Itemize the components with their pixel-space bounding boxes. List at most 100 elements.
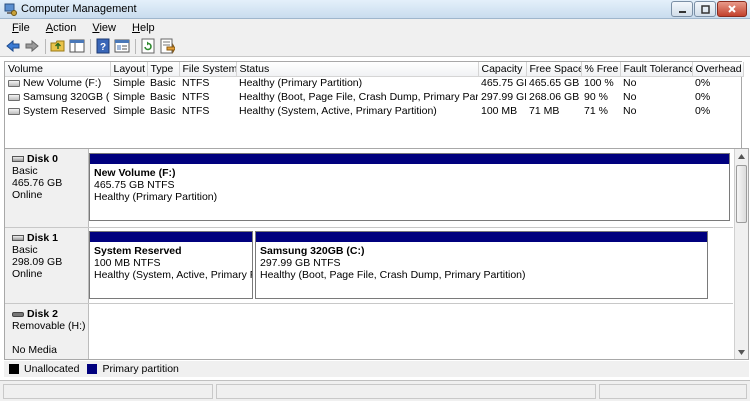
primary-partition-bar [90,232,252,242]
menu-action[interactable]: Action [38,22,85,34]
show-hide-console-tree-icon[interactable] [69,38,85,54]
status-bar [0,380,750,401]
overhead-cell: 0% [695,91,711,103]
minimize-button[interactable] [671,1,693,17]
primary-partition-bar [90,154,729,164]
column-header-capacity[interactable]: Capacity [478,62,527,77]
back-arrow-icon[interactable] [5,38,21,54]
column-header-file-system[interactable]: File System [179,62,237,77]
refresh-icon[interactable] [140,38,156,54]
capacity-cell: 465.75 GB [481,77,526,90]
legend-label: Unallocated [24,363,80,375]
menu-help[interactable]: Help [124,22,163,34]
partition-status: Healthy (Boot, Page File, Crash Dump, Pr… [260,269,526,281]
fault-tolerance-cell: No [623,91,637,103]
disk-label[interactable]: Disk 2 Removable (H:) No Media [5,304,89,359]
disk-state: No Media [12,344,57,356]
volume-name: New Volume (F:) [23,77,102,90]
primary-partition-bar [256,232,707,242]
scroll-up-arrow-icon[interactable] [735,149,748,163]
table-row[interactable]: New Volume (F:) Simple Basic NTFS Health… [5,76,743,90]
legend-item: Unallocated [9,363,79,375]
column-header-layout[interactable]: Layout [110,62,148,77]
capacity-cell: 297.99 GB [481,91,526,103]
file-system-cell: NTFS [182,91,210,103]
toolbar-separator [135,38,136,54]
menu-view[interactable]: View [84,22,124,34]
overhead-cell: 0% [695,77,711,90]
disk-label[interactable]: Disk 0 Basic 465.76 GB Online [5,149,89,227]
title-bar: Computer Management [0,0,750,19]
disk-type: Basic [12,244,38,256]
disk-graphical-view[interactable]: Disk 0 Basic 465.76 GB Online New Volume… [4,148,749,360]
column-header-overhead[interactable]: Overhead [692,62,744,77]
table-row[interactable]: Samsung 320GB (C:) Simple Basic NTFS Hea… [5,90,743,104]
layout-cell: Simple [113,91,146,103]
disk-label[interactable]: Disk 1 Basic 298.09 GB Online [5,228,89,303]
computer-management-icon [4,3,17,16]
free-space-cell: 71 MB [529,105,560,117]
up-folder-icon[interactable] [50,38,66,54]
partition-block[interactable]: New Volume (F:) 465.75 GB NTFS Healthy (… [89,153,730,221]
volume-cell: New Volume (F:) [5,76,110,90]
column-header-volume[interactable]: Volume [5,62,111,77]
drive-icon [8,107,20,115]
column-header-fault-tolerance[interactable]: Fault Tolerance [620,62,693,77]
menu-file[interactable]: File [4,22,38,34]
window-title: Computer Management [21,3,137,15]
forward-arrow-icon[interactable] [24,38,40,54]
file-system-cell: NTFS [182,105,210,117]
disk-icon [12,235,24,241]
legend: Unallocated Primary partition [4,361,749,377]
toolbar: ? [0,36,750,57]
status-cell: Healthy (Primary Partition) [239,77,363,90]
removable-disk-icon [12,311,24,317]
percent-free-cell: 71 % [584,105,608,117]
status-cell: Healthy (System, Active, Primary Partiti… [239,105,437,117]
volume-name: Samsung 320GB (C:) [23,91,110,103]
disk-name: Disk 0 [27,153,58,165]
column-header-type[interactable]: Type [147,62,180,77]
partition-block[interactable]: System Reserved 100 MB NTFS Healthy (Sys… [89,231,253,299]
fault-tolerance-cell: No [623,77,637,90]
partition-status: Healthy (System, Active, Primary Part [94,269,252,281]
disk-name: Disk 2 [27,308,58,320]
partition-name: New Volume (F:) [94,167,176,179]
status-segment [3,384,213,399]
export-list-icon[interactable] [159,38,175,54]
scroll-down-arrow-icon[interactable] [735,345,748,359]
toolbar-separator [45,38,46,54]
partition-size: 100 MB NTFS [94,257,161,269]
capacity-cell: 100 MB [481,105,518,117]
scrollbar-thumb[interactable] [736,165,747,223]
maximize-button[interactable] [694,1,716,17]
drive-icon [8,79,20,87]
percent-free-cell: 100 % [584,77,614,90]
column-header-free-space[interactable]: Free Space [526,62,582,77]
free-space-cell: 268.06 GB [529,91,580,103]
volume-cell: Samsung 320GB (C:) [5,90,110,104]
help-icon[interactable]: ? [95,38,111,54]
toolbar-separator [90,38,91,54]
legend-label: Primary partition [102,363,179,375]
volume-cell: System Reserved [5,104,110,118]
volume-list-header: Volume Layout Type File System Status Ca… [5,62,744,77]
type-cell: Basic [150,105,176,117]
disk-icon [12,156,24,162]
properties-icon[interactable] [114,38,130,54]
column-header-percent-free[interactable]: % Free [581,62,621,77]
table-row[interactable]: System Reserved Simple Basic NTFS Health… [5,104,743,118]
overhead-cell: 0% [695,105,711,117]
column-header-status[interactable]: Status [236,62,479,77]
vertical-scrollbar[interactable] [734,149,748,359]
partition-block[interactable]: Samsung 320GB (C:) 297.99 GB NTFS Health… [255,231,708,299]
type-cell: Basic [150,77,176,90]
partition-name: System Reserved [94,245,182,257]
volume-list[interactable]: Volume Layout Type File System Status Ca… [4,61,744,149]
primary-partition-swatch [87,364,98,374]
disk-type: Basic [12,165,38,177]
disk-type: Removable (H:) [12,320,86,332]
svg-text:?: ? [100,42,106,53]
volume-name: System Reserved [23,105,106,117]
close-button[interactable] [717,1,747,17]
